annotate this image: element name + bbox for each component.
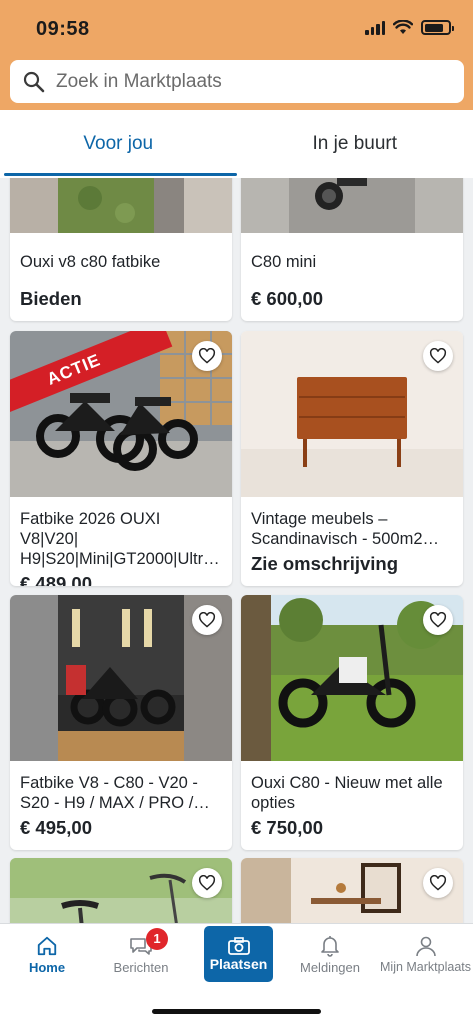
listing-title: Ouxi C80 - Nieuw met alle opties bbox=[251, 774, 443, 812]
bell-icon bbox=[321, 936, 339, 957]
favorite-heart-icon[interactable] bbox=[423, 341, 453, 371]
favorite-heart-icon[interactable] bbox=[423, 605, 453, 635]
listing-card[interactable] bbox=[10, 858, 232, 923]
listing-card[interactable]: ACTIE Fatbike 2026 OUXI V8|V20| H9|S20|M… bbox=[10, 331, 232, 586]
unread-badge: 1 bbox=[146, 928, 168, 950]
listing-price: € 750,00 bbox=[251, 817, 324, 838]
tab-voor-jou[interactable]: Voor jou bbox=[0, 110, 237, 178]
feed-tabs: Voor jou In je buurt bbox=[0, 110, 473, 178]
listing-price: € 489,00 bbox=[20, 573, 93, 586]
listing-price: Zie omschrijving bbox=[251, 553, 399, 574]
cellular-signal-icon bbox=[365, 20, 385, 35]
listing-title: Fatbike V8 - C80 - V20 - S20 - H9 / MAX … bbox=[20, 774, 210, 812]
nav-mijn-marktplaats[interactable]: Mijn Marktplaats bbox=[378, 932, 473, 974]
listing-title: C80 mini bbox=[251, 253, 317, 271]
listing-card[interactable]: Vintage meubels – Scandinavisch - 500m2…… bbox=[241, 331, 463, 586]
nav-meldingen-label: Meldingen bbox=[300, 960, 360, 975]
place-ad-label: Plaatsen bbox=[209, 956, 268, 972]
listing-title: Ouxi v8 c80 fatbike bbox=[20, 253, 161, 271]
home-icon bbox=[37, 936, 57, 956]
listing-image bbox=[10, 595, 232, 761]
search-input[interactable] bbox=[56, 70, 436, 93]
listing-card[interactable] bbox=[241, 858, 463, 923]
listing-price: € 600,00 bbox=[251, 288, 324, 309]
place-ad-button[interactable]: Plaatsen bbox=[204, 926, 273, 982]
favorite-heart-icon[interactable] bbox=[423, 868, 453, 898]
listing-card[interactable]: Ouxi v8 c80 fatbike Bieden bbox=[10, 178, 232, 321]
nav-berichten[interactable]: 1 Berichten bbox=[94, 928, 188, 975]
listing-price: € 495,00 bbox=[20, 817, 93, 838]
listing-image bbox=[241, 858, 463, 923]
favorite-heart-icon[interactable] bbox=[192, 605, 222, 635]
listing-feed[interactable]: Ouxi v8 c80 fatbike Bieden C80 mini € 60… bbox=[0, 178, 473, 923]
search-icon bbox=[23, 71, 45, 92]
nav-meldingen[interactable]: Meldingen bbox=[283, 932, 377, 975]
listing-image bbox=[10, 178, 232, 233]
listing-card[interactable]: C80 mini € 600,00 bbox=[241, 178, 463, 321]
tab-in-je-buurt[interactable]: In je buurt bbox=[237, 110, 473, 178]
status-time: 09:58 bbox=[36, 18, 90, 40]
favorite-heart-icon[interactable] bbox=[192, 341, 222, 371]
status-icons bbox=[365, 20, 454, 35]
home-indicator bbox=[152, 1009, 321, 1014]
nav-mijn-marktplaats-label: Mijn Marktplaats bbox=[380, 960, 471, 974]
listing-price: Bieden bbox=[20, 288, 82, 309]
listing-title: Vintage meubels – Scandinavisch - 500m2… bbox=[251, 510, 440, 548]
battery-icon bbox=[421, 20, 454, 35]
camera-icon bbox=[227, 937, 250, 955]
nav-home-label: Home bbox=[28, 960, 66, 975]
listing-image bbox=[241, 331, 463, 497]
user-icon bbox=[415, 936, 436, 957]
app-header: 09:58 bbox=[0, 0, 473, 110]
nav-home[interactable]: Home bbox=[0, 932, 94, 975]
search-bar[interactable] bbox=[10, 60, 464, 103]
status-bar: 09:58 bbox=[0, 0, 473, 56]
listing-image bbox=[241, 595, 463, 761]
listing-image bbox=[241, 178, 463, 233]
listing-image bbox=[10, 858, 232, 923]
listing-title: Fatbike 2026 OUXI V8|V20| H9|S20|Mini|GT… bbox=[20, 510, 220, 568]
nav-berichten-label: Berichten bbox=[113, 960, 169, 975]
wifi-icon bbox=[393, 20, 413, 34]
listing-image: ACTIE bbox=[10, 331, 232, 497]
listing-card[interactable]: Fatbike V8 - C80 - V20 - S20 - H9 / MAX … bbox=[10, 595, 232, 850]
favorite-heart-icon[interactable] bbox=[192, 868, 222, 898]
listing-card[interactable]: Ouxi C80 - Nieuw met alle opties € 750,0… bbox=[241, 595, 463, 850]
